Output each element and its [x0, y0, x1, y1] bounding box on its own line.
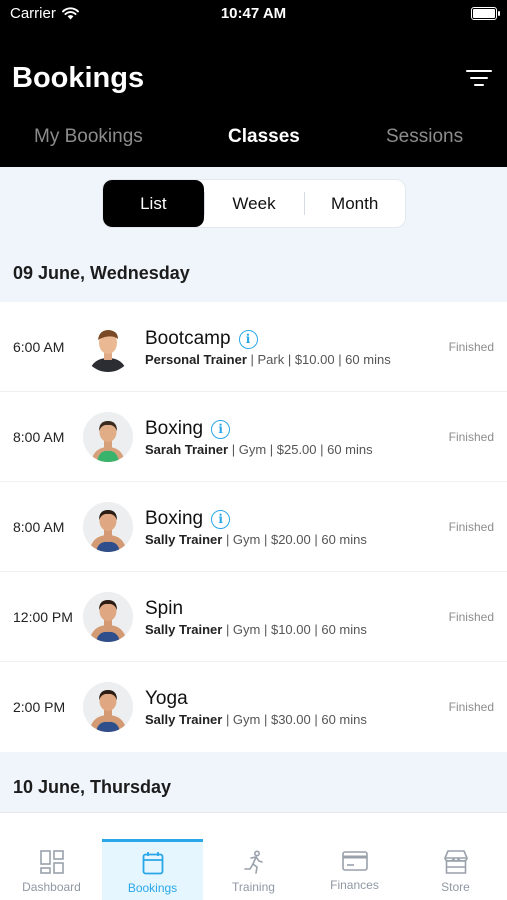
status-badge: Finished [448, 610, 494, 624]
status-badge: Finished [448, 430, 494, 444]
class-details: | Gym | $25.00 | 60 mins [228, 442, 373, 457]
class-name: Spin [145, 598, 184, 619]
nav-finances[interactable]: Finances [304, 813, 405, 900]
calendar-icon [142, 852, 163, 875]
nav-label: Training [232, 880, 275, 894]
date-header: 09 June, Wednesday [13, 263, 190, 283]
class-time: 6:00 AM [13, 339, 65, 355]
app-header: Carrier 10:47 AM Bookings My Bookings Cl… [0, 0, 507, 167]
nav-label: Bookings [127, 881, 178, 895]
class-row[interactable]: 2:00 PM Yoga Sally Trainer | Gym | $30.0… [0, 662, 507, 752]
class-meta: Sally Trainer | Gym | $30.00 | 60 mins [145, 712, 367, 727]
class-meta: Personal Trainer | Park | $10.00 | 60 mi… [145, 352, 391, 367]
view-week-button[interactable]: Week [203, 180, 305, 227]
class-row[interactable]: 8:00 AM Boxing i Sarah Trainer | Gym | $… [0, 392, 507, 482]
class-name: Bootcamp i [145, 328, 258, 350]
tab-classes[interactable]: Classes [228, 126, 300, 148]
page-title: Bookings [12, 62, 145, 94]
dashboard-icon [39, 850, 64, 874]
class-row[interactable]: 6:00 AM Bootcamp i Personal Trainer | Pa… [0, 302, 507, 392]
trainer-name: Sarah Trainer [145, 442, 229, 457]
class-time: 12:00 PM [13, 609, 73, 625]
nav-label: Dashboard [22, 880, 81, 894]
class-meta: Sally Trainer | Gym | $20.00 | 60 mins [145, 532, 367, 547]
trainer-avatar [83, 592, 133, 642]
class-details: | Gym | $10.00 | 60 mins [222, 622, 367, 637]
trainer-name: Sally Trainer [145, 622, 223, 637]
status-badge: Finished [448, 700, 494, 714]
nav-label: Store [441, 880, 470, 894]
class-name: Boxing i [145, 508, 231, 530]
class-name: Yoga [145, 688, 188, 709]
filter-icon [466, 70, 492, 72]
info-icon[interactable]: i [211, 509, 231, 529]
bottom-nav: Dashboard Bookings Training Finances Sto… [0, 812, 507, 900]
class-row[interactable]: 12:00 PM Spin Sally Trainer | Gym | $10.… [0, 572, 507, 662]
nav-dashboard[interactable]: Dashboard [1, 813, 102, 900]
top-tabs: My Bookings Classes Sessions [0, 120, 507, 160]
class-meta: Sally Trainer | Gym | $10.00 | 60 mins [145, 622, 367, 637]
filter-button[interactable] [465, 70, 493, 92]
trainer-avatar [83, 502, 133, 552]
trainer-avatar [83, 682, 133, 732]
view-toggle: List Week Month [102, 179, 406, 228]
status-time: 10:47 AM [220, 5, 287, 22]
nav-label: Finances [330, 878, 379, 892]
class-list: 6:00 AM Bootcamp i Personal Trainer | Pa… [0, 302, 507, 752]
class-row[interactable]: 8:00 AM Boxing i Sally Trainer | Gym | $… [0, 482, 507, 572]
running-icon [243, 850, 263, 874]
status-badge: Finished [448, 340, 494, 354]
class-time: 8:00 AM [13, 429, 65, 445]
class-details: | Park | $10.00 | 60 mins [246, 352, 391, 367]
trainer-name: Personal Trainer [145, 352, 247, 367]
view-list-button[interactable]: List [103, 180, 204, 227]
battery-icon [471, 7, 500, 20]
tab-my-bookings[interactable]: My Bookings [34, 126, 143, 148]
tab-sessions[interactable]: Sessions [386, 126, 463, 148]
status-badge: Finished [448, 520, 494, 534]
class-name: Boxing i [145, 418, 231, 440]
trainer-avatar [83, 322, 133, 372]
class-details: | Gym | $30.00 | 60 mins [222, 712, 367, 727]
class-meta: Sarah Trainer | Gym | $25.00 | 60 mins [145, 442, 373, 457]
class-details: | Gym | $20.00 | 60 mins [222, 532, 367, 547]
class-time: 2:00 PM [13, 699, 66, 715]
trainer-name: Sally Trainer [145, 532, 223, 547]
info-icon[interactable]: i [238, 329, 258, 349]
trainer-avatar [83, 412, 133, 462]
info-icon[interactable]: i [211, 419, 231, 439]
nav-bookings[interactable]: Bookings [102, 839, 203, 900]
class-time: 8:00 AM [13, 519, 65, 535]
view-month-button[interactable]: Month [304, 180, 405, 227]
nav-store[interactable]: Store [405, 813, 506, 900]
store-icon [443, 850, 468, 874]
date-header: 10 June, Thursday [13, 777, 172, 797]
status-bar: Carrier 10:47 AM [0, 0, 507, 30]
nav-training[interactable]: Training [203, 813, 304, 900]
credit-card-icon [341, 851, 368, 871]
trainer-name: Sally Trainer [145, 712, 223, 727]
